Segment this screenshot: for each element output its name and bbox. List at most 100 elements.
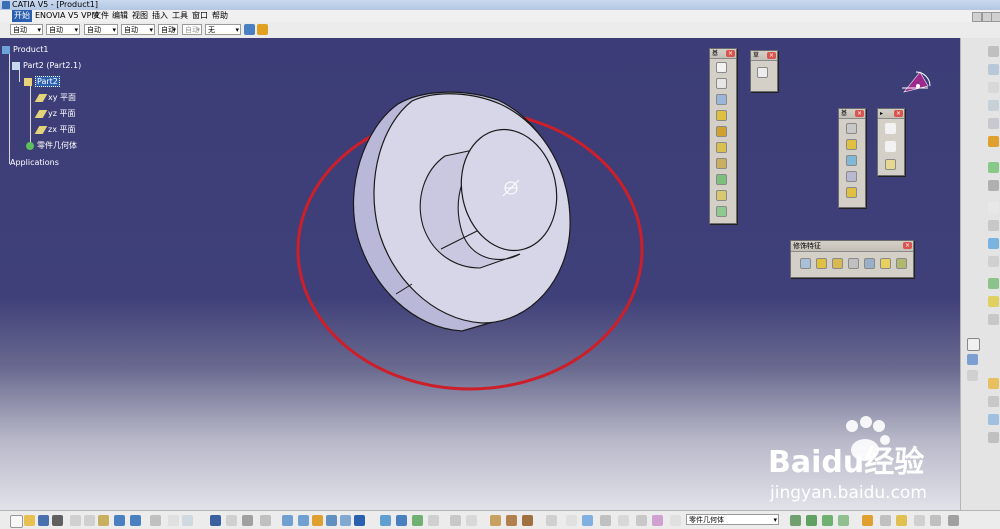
analysis-icon[interactable] (988, 180, 999, 191)
doc-minimize-button[interactable] (972, 12, 982, 22)
define-in-work-icon[interactable] (862, 515, 873, 526)
constraint-icon[interactable] (988, 118, 999, 129)
formula-icon[interactable] (168, 515, 179, 526)
render-icon[interactable] (412, 515, 423, 526)
measure-between-icon[interactable] (450, 515, 461, 526)
shading-icon[interactable] (354, 515, 365, 526)
edit-icon[interactable] (930, 515, 941, 526)
line-type-dropdown[interactable]: 自动 ▾ (121, 24, 155, 35)
close-icon[interactable]: × (903, 242, 912, 249)
menu-insert[interactable]: 插入 (150, 10, 170, 22)
groove-icon[interactable] (716, 142, 727, 153)
menu-help[interactable]: 帮助 (210, 10, 230, 22)
normal-view-icon[interactable] (312, 515, 323, 526)
ordered-set-icon[interactable] (838, 515, 849, 526)
cut-icon[interactable] (70, 515, 81, 526)
hybrid-body-icon[interactable] (806, 515, 817, 526)
update-icon[interactable] (988, 220, 999, 231)
sketcher-icon[interactable] (757, 67, 768, 78)
scan-icon[interactable] (880, 515, 891, 526)
reset-icon[interactable] (566, 515, 577, 526)
scale-icon[interactable] (618, 515, 629, 526)
transparency-dropdown[interactable]: 自动 ▾ (46, 24, 80, 35)
sketcher-tool-icon[interactable] (988, 82, 999, 93)
material-icon[interactable] (506, 515, 517, 526)
copy-icon[interactable] (84, 515, 95, 526)
line-icon[interactable] (885, 141, 896, 152)
fillet-icon[interactable] (800, 258, 811, 269)
shaft-icon[interactable] (716, 126, 727, 137)
compass-icon[interactable] (902, 71, 931, 93)
menu-view[interactable]: 视图 (130, 10, 150, 22)
rotate-icon[interactable] (260, 515, 271, 526)
publication-icon[interactable] (790, 515, 801, 526)
measure-item-icon[interactable] (466, 515, 477, 526)
boolean-icon[interactable] (988, 162, 999, 173)
close-icon[interactable]: × (855, 110, 864, 117)
pattern-icon[interactable] (846, 155, 857, 166)
sleeve-icon[interactable] (522, 515, 533, 526)
select-arrow-icon[interactable] (988, 136, 999, 147)
menu-start[interactable]: 开始 (12, 10, 32, 22)
insert-body-icon[interactable] (988, 314, 999, 325)
part-design-icon[interactable] (988, 64, 999, 75)
grid-icon[interactable] (988, 414, 999, 425)
close-doc-icon[interactable] (948, 515, 959, 526)
properties-icon[interactable] (896, 515, 907, 526)
menu-edit[interactable]: 编辑 (110, 10, 130, 22)
swap-space-icon[interactable] (396, 515, 407, 526)
axis-icon[interactable] (582, 515, 593, 526)
view-icon[interactable] (988, 396, 999, 407)
format-painter-icon[interactable] (244, 24, 255, 35)
affinity-icon[interactable] (846, 187, 857, 198)
apply-material-icon[interactable] (988, 202, 999, 213)
fly-mode-icon[interactable] (210, 515, 221, 526)
new-document-icon[interactable] (10, 515, 23, 528)
render-style-dropdown[interactable]: 自动 ▾ (182, 24, 202, 35)
surface-icon[interactable] (988, 278, 999, 289)
thickness-icon[interactable] (864, 258, 875, 269)
open-folder-icon[interactable] (24, 515, 35, 526)
tag-icon[interactable] (670, 515, 681, 526)
menu-tools[interactable]: 工具 (170, 10, 190, 22)
point-icon[interactable] (885, 123, 896, 134)
graphic-properties-icon[interactable] (257, 24, 268, 35)
instant-measure-icon[interactable] (988, 378, 999, 389)
zoom-out-icon[interactable] (298, 515, 309, 526)
rib-icon[interactable] (716, 174, 727, 185)
thread-icon[interactable] (880, 258, 891, 269)
close-icon[interactable]: × (767, 52, 776, 59)
save-icon[interactable] (38, 515, 49, 526)
mirror-icon[interactable] (846, 139, 857, 150)
translation-icon[interactable] (846, 123, 857, 134)
layer-dropdown[interactable]: 无 ▾ (205, 24, 241, 35)
extrude-icon[interactable] (988, 296, 999, 307)
hole-icon[interactable] (716, 158, 727, 169)
plane-tool-icon[interactable] (885, 159, 896, 170)
doc-close-button[interactable] (991, 12, 1000, 22)
multi-section-solid-icon[interactable] (716, 206, 727, 217)
menu-file[interactable]: 文件 (91, 10, 111, 22)
print-icon[interactable] (52, 515, 63, 526)
positioned-sketch-icon[interactable] (716, 78, 727, 89)
shell-icon[interactable] (848, 258, 859, 269)
zoom-in-icon[interactable] (282, 515, 293, 526)
section-icon[interactable] (546, 515, 557, 526)
pocket-icon[interactable] (716, 110, 727, 121)
snap-icon[interactable] (988, 432, 999, 443)
lighting-icon[interactable] (428, 515, 439, 526)
close-icon[interactable]: × (726, 50, 735, 57)
current-body-selector[interactable]: 零件几何体 ▾ (686, 514, 779, 525)
line-thickness-dropdown[interactable]: 自动 ▾ (84, 24, 118, 35)
fill-color-dropdown[interactable]: 自动 ▾ (10, 24, 43, 35)
sketch-icon[interactable] (716, 62, 727, 73)
remove-face-icon[interactable] (896, 258, 907, 269)
knowledge-icon[interactable] (182, 515, 193, 526)
point-symbol-dropdown[interactable]: 自动 ▾ (158, 24, 178, 35)
scaling-icon[interactable] (846, 171, 857, 182)
tree-expand-icon[interactable] (636, 515, 647, 526)
body-small-icon[interactable] (967, 354, 978, 365)
workbench-icon[interactable] (988, 46, 999, 57)
close-icon[interactable]: × (894, 110, 903, 117)
annotation-icon[interactable] (988, 256, 999, 267)
